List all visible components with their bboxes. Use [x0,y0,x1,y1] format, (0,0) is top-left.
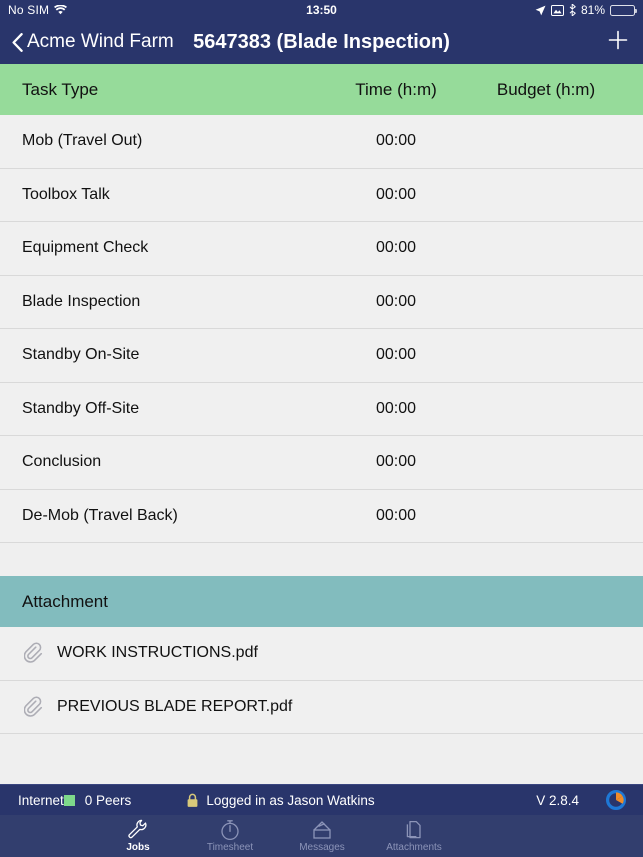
login-status: Logged in as Jason Watkins [186,792,375,808]
task-time-cell: 00:00 [375,132,417,150]
table-row[interactable]: De-Mob (Travel Back) 00:00 [0,489,643,543]
sync-logo-icon[interactable] [605,789,627,811]
ios-status-right: 81% [535,3,637,17]
lock-icon [186,793,199,808]
tab-jobs[interactable]: Jobs [92,815,184,857]
tab-jobs-label: Jobs [126,842,150,853]
tasks-table-body: Mob (Travel Out) 00:00 Toolbox Talk 00:00 Eq… [0,115,643,543]
tab-timesheet-label: Timesheet [206,842,254,853]
attachment-item[interactable]: PREVIOUS BLADE REPORT.pdf [0,680,643,734]
tab-messages[interactable]: Messages [276,815,368,857]
task-type-cell: Blade Inspection [22,292,141,310]
tab-timesheet[interactable]: Timesheet [184,815,276,857]
paperclip-icon [23,641,43,665]
table-row[interactable]: Equipment Check 00:00 [0,222,643,276]
task-type-cell: Equipment Check [22,239,149,257]
column-header-task-type: Task Type [22,79,99,99]
tasks-table-header: Task Type Time (h:m) Budget (h:m) [0,64,643,115]
task-time-cell: 00:00 [375,506,417,524]
column-header-budget: Budget (h:m) [496,79,596,99]
bluetooth-icon [569,4,576,16]
app-status-bar: Internet 0 Peers Logged in as Jason Watk… [0,784,643,815]
app-root: No SIM 13:50 81% Acme Wind Farm 5647383 … [0,0,643,857]
attachment-list: WORK INSTRUCTIONS.pdf PREVIOUS BLADE REPO… [0,627,643,734]
back-button[interactable]: Acme Wind Farm [12,31,174,53]
ios-status-bar: No SIM 13:50 81% [0,0,643,20]
task-time-cell: 00:00 [375,292,417,310]
carrier-label: No SIM [8,3,50,17]
peers-label: 0 Peers [84,792,132,808]
tab-messages-label: Messages [299,842,345,853]
version-label: V 2.8.4 [536,792,579,808]
task-type-cell: Standby On-Site [22,346,140,364]
tab-attachments[interactable]: Attachments [368,815,460,857]
task-type-cell: Toolbox Talk [22,185,110,203]
location-arrow-icon [535,5,546,16]
column-header-time: Time (h:m) [355,79,437,99]
task-time-cell: 00:00 [375,399,417,417]
task-type-cell: De-Mob (Travel Back) [22,506,178,524]
task-type-cell: Conclusion [22,453,102,471]
main-content: Task Type Time (h:m) Budget (h:m) Mob (T… [0,64,643,784]
add-button[interactable] [605,29,631,55]
attachment-item[interactable]: WORK INSTRUCTIONS.pdf [0,627,643,681]
table-row[interactable]: Standby Off-Site 00:00 [0,382,643,436]
ios-status-left: No SIM [8,3,68,17]
task-type-cell: Standby Off-Site [22,399,140,417]
stopwatch-icon [219,818,241,841]
bottom-tab-bar: Jobs Timesheet Messages Attachments [0,815,643,857]
network-label: Internet [18,792,64,808]
screen-mirroring-icon [550,4,564,16]
task-time-cell: 00:00 [375,346,417,364]
table-row[interactable]: Blade Inspection 00:00 [0,275,643,329]
back-button-label: Acme Wind Farm [27,31,174,52]
inbox-icon [311,818,333,841]
table-row[interactable]: Standby On-Site 00:00 [0,329,643,383]
tab-attachments-label: Attachments [386,842,442,853]
task-time-cell: 00:00 [375,239,417,257]
plus-icon [605,27,631,58]
attachment-name: PREVIOUS BLADE REPORT.pdf [57,697,293,715]
paperclip-icon [23,695,43,719]
table-row[interactable]: Conclusion 00:00 [0,436,643,490]
chevron-left-icon [12,32,23,52]
wrench-icon [127,818,149,841]
section-gap [0,543,643,576]
navigation-bar: Acme Wind Farm 5647383 (Blade Inspection… [0,20,643,64]
network-status-indicator [63,794,75,806]
table-row[interactable]: Mob (Travel Out) 00:00 [0,115,643,169]
task-type-cell: Mob (Travel Out) [22,132,143,150]
table-row[interactable]: Toolbox Talk 00:00 [0,168,643,222]
wifi-icon [54,5,68,15]
task-time-cell: 00:00 [375,185,417,203]
attachment-header-label: Attachment [22,591,108,611]
task-time-cell: 00:00 [375,453,417,471]
battery-percent-label: 81% [580,3,605,17]
documents-icon [403,818,425,841]
battery-icon [610,4,637,16]
login-label: Logged in as Jason Watkins [206,792,375,808]
attachment-name: WORK INSTRUCTIONS.pdf [57,644,258,662]
attachment-section-header: Attachment [0,576,643,627]
